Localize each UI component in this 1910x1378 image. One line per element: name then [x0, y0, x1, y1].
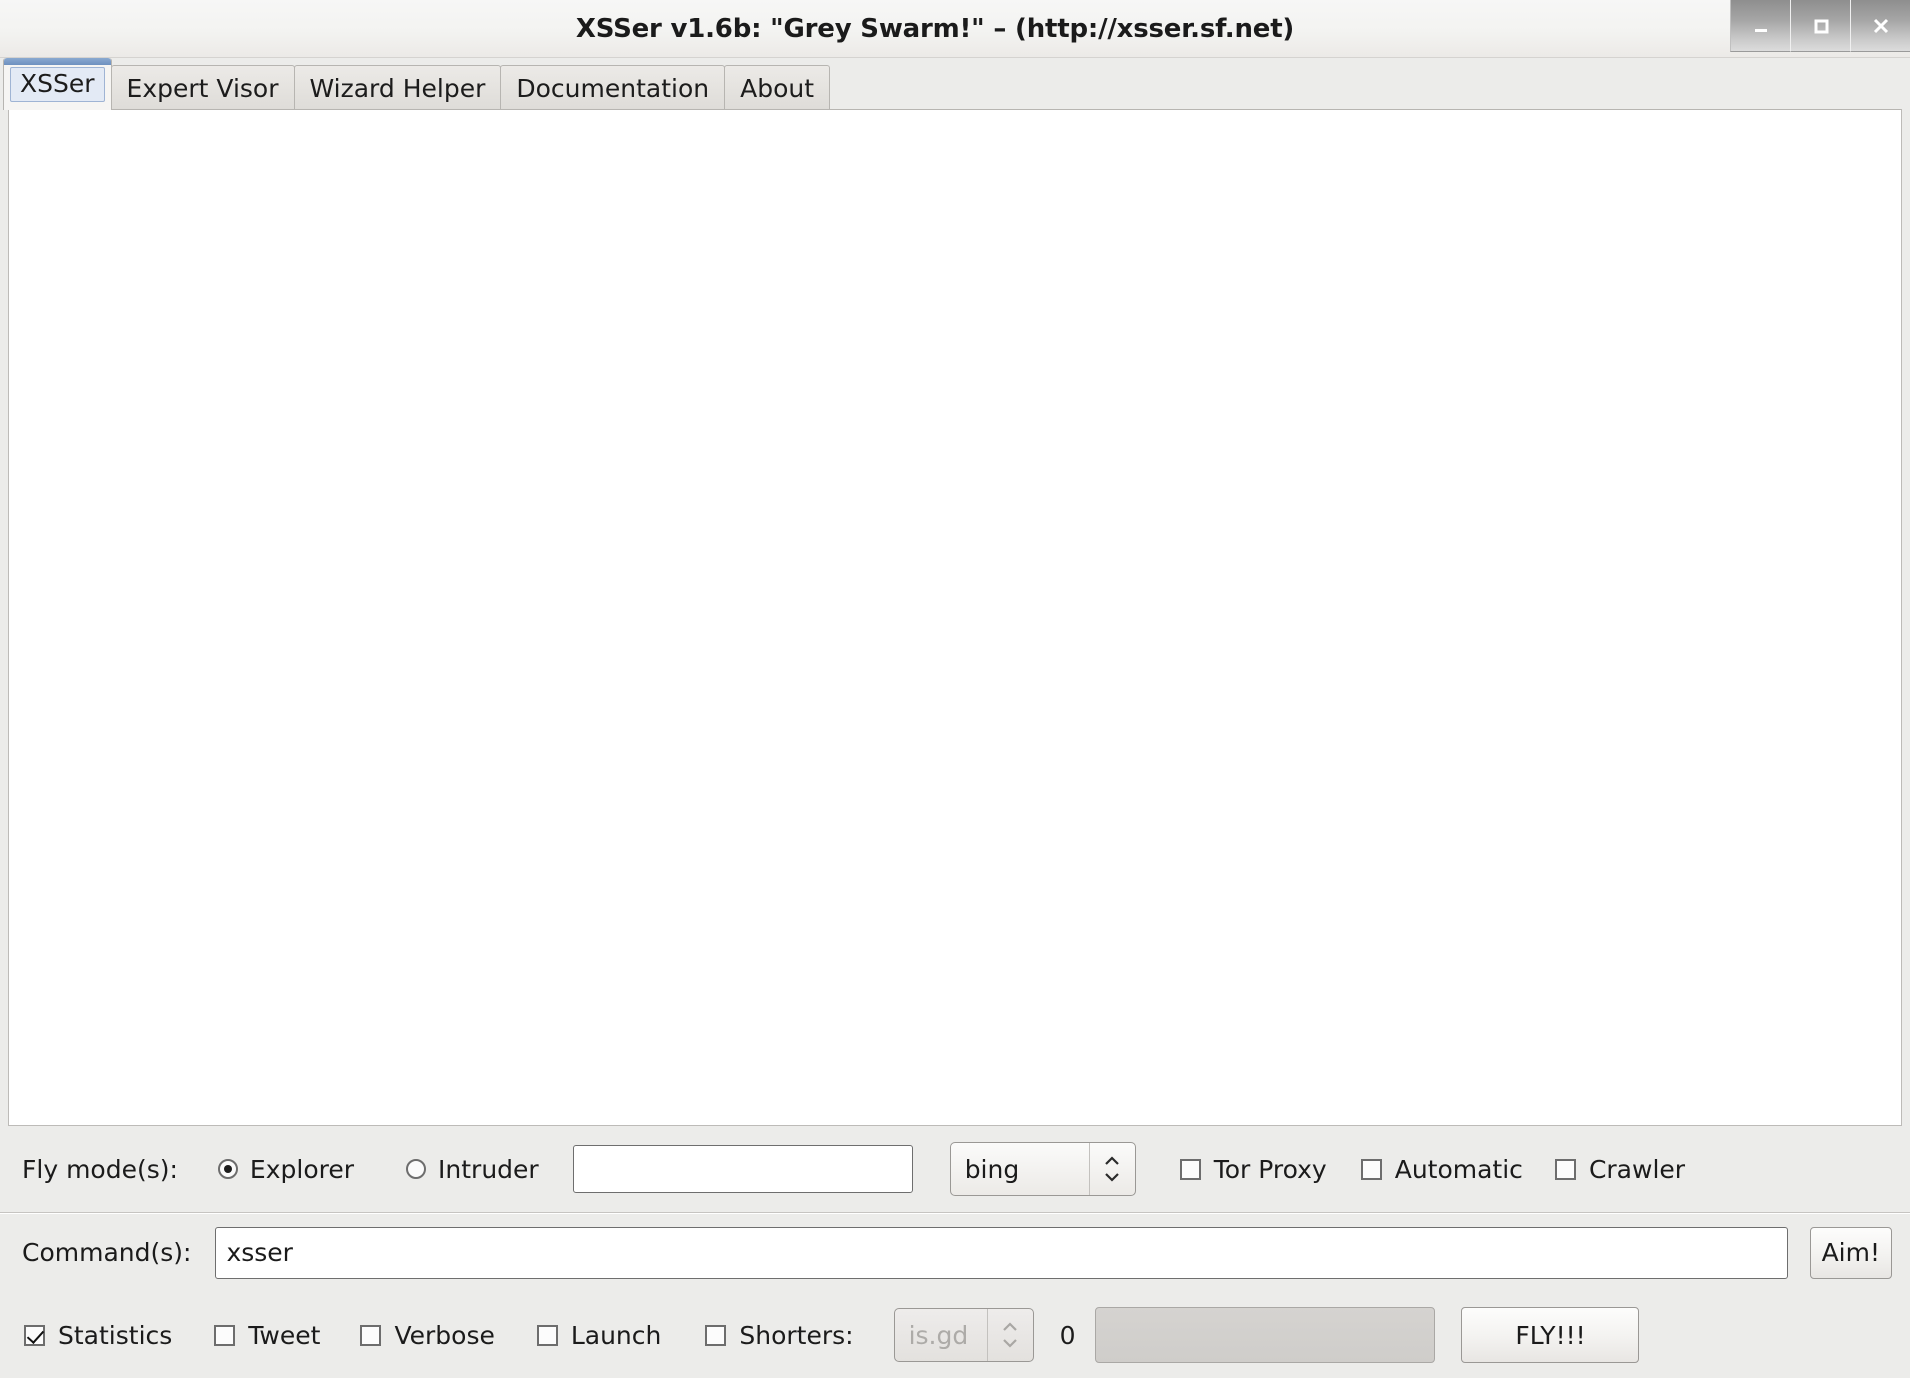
search-engine-spinbox[interactable]: bing	[949, 1142, 1136, 1196]
tab-expert-visor[interactable]: Expert Visor	[110, 65, 295, 110]
checkbox-tor-proxy-box	[1179, 1158, 1201, 1180]
checkbox-crawler[interactable]: Crawler	[1554, 1154, 1686, 1184]
checkbox-shorters-label: Shorters:	[739, 1320, 854, 1350]
checkbox-automatic-box	[1360, 1158, 1382, 1180]
target-url-input[interactable]	[572, 1145, 913, 1193]
fly-modes-label: Fly mode(s):	[22, 1154, 178, 1184]
radio-explorer[interactable]: Explorer	[217, 1154, 355, 1184]
tab-about[interactable]: About	[724, 65, 831, 110]
command-label: Command(s):	[22, 1238, 192, 1267]
chevron-up-icon	[1003, 1322, 1017, 1331]
flags-row: Statistics Tweet Verbose Launch Shorters…	[0, 1292, 1910, 1378]
command-input[interactable]: xsser	[215, 1226, 1788, 1279]
progress-value-label: 0	[1059, 1320, 1076, 1350]
maximize-icon	[1811, 16, 1831, 36]
main-content-panel[interactable]	[8, 109, 1902, 1126]
search-engine-value: bing	[964, 1154, 1020, 1184]
radio-explorer-label: Explorer	[249, 1154, 355, 1184]
checkbox-verbose-box	[360, 1324, 382, 1346]
minimize-icon	[1751, 16, 1771, 36]
checkbox-shorters[interactable]: Shorters:	[705, 1320, 854, 1350]
tab-wizard-helper[interactable]: Wizard Helper	[293, 65, 502, 110]
checkbox-statistics[interactable]: Statistics	[24, 1321, 172, 1350]
tab-about-label: About	[740, 73, 815, 103]
close-icon	[1870, 15, 1892, 37]
chevron-up-icon	[1105, 1156, 1119, 1165]
shorter-service-spinbox[interactable]: is.gd	[893, 1308, 1034, 1362]
command-input-value: xsser	[226, 1238, 293, 1267]
fly-modes-row: Fly mode(s): Explorer Intruder bing Tor …	[0, 1126, 1910, 1212]
checkbox-crawler-label: Crawler	[1588, 1154, 1686, 1184]
checkbox-automatic[interactable]: Automatic	[1360, 1154, 1523, 1184]
tab-wizard-helper-label: Wizard Helper	[309, 73, 486, 103]
chevron-down-icon	[1003, 1339, 1017, 1348]
tab-xsser[interactable]: XSSer	[3, 58, 112, 110]
xsser-main-window: XSSer v1.6b: "Grey Swarm!" – (http://xss…	[0, 0, 1910, 1378]
tab-documentation-label: Documentation	[516, 73, 710, 103]
fly-button-label: FLY!!!	[1515, 1320, 1586, 1350]
checkbox-launch[interactable]: Launch	[536, 1320, 662, 1350]
progress-bar	[1095, 1307, 1436, 1363]
title-bar: XSSer v1.6b: "Grey Swarm!" – (http://xss…	[0, 0, 1910, 58]
checkbox-launch-label: Launch	[570, 1320, 662, 1350]
checkbox-shorters-box	[705, 1324, 727, 1346]
checkbox-crawler-box	[1554, 1158, 1576, 1180]
checkbox-automatic-label: Automatic	[1394, 1154, 1523, 1184]
tab-documentation[interactable]: Documentation	[500, 65, 726, 110]
shorter-service-value: is.gd	[908, 1320, 969, 1350]
fly-button[interactable]: FLY!!!	[1461, 1307, 1640, 1363]
checkbox-verbose[interactable]: Verbose	[360, 1320, 495, 1350]
checkbox-launch-box	[536, 1324, 558, 1346]
checkbox-tweet[interactable]: Tweet	[214, 1321, 320, 1350]
search-engine-stepper[interactable]	[1088, 1143, 1135, 1195]
minimize-button[interactable]	[1730, 0, 1790, 52]
tab-expert-visor-label: Expert Visor	[126, 73, 279, 103]
aim-button-label: Aim!	[1821, 1238, 1880, 1267]
radio-intruder[interactable]: Intruder	[406, 1155, 539, 1184]
checkbox-verbose-label: Verbose	[394, 1320, 495, 1350]
radio-intruder-label: Intruder	[438, 1154, 539, 1184]
checkbox-tor-proxy[interactable]: Tor Proxy	[1179, 1154, 1327, 1184]
command-row: Command(s): xsser Aim!	[0, 1212, 1910, 1292]
shorter-service-stepper[interactable]	[986, 1309, 1033, 1361]
radio-intruder-indicator	[406, 1159, 427, 1179]
window-title: XSSer v1.6b: "Grey Swarm!" – (http://xss…	[575, 13, 1295, 44]
chevron-down-icon	[1105, 1173, 1119, 1182]
radio-explorer-indicator	[217, 1159, 238, 1179]
checkbox-tweet-box	[214, 1324, 236, 1346]
tab-bar: XSSer Expert Visor Wizard Helper Documen…	[0, 58, 1910, 110]
close-button[interactable]	[1850, 0, 1910, 52]
checkbox-statistics-label: Statistics	[58, 1320, 173, 1350]
window-controls	[1730, 0, 1910, 52]
tab-xsser-label: XSSer	[10, 66, 105, 102]
maximize-button[interactable]	[1790, 0, 1850, 52]
checkbox-tweet-label: Tweet	[248, 1320, 321, 1350]
tab-active-accent	[4, 58, 111, 65]
checkbox-tor-proxy-label: Tor Proxy	[1213, 1154, 1327, 1184]
aim-button[interactable]: Aim!	[1809, 1226, 1892, 1279]
checkbox-statistics-box	[24, 1324, 45, 1346]
